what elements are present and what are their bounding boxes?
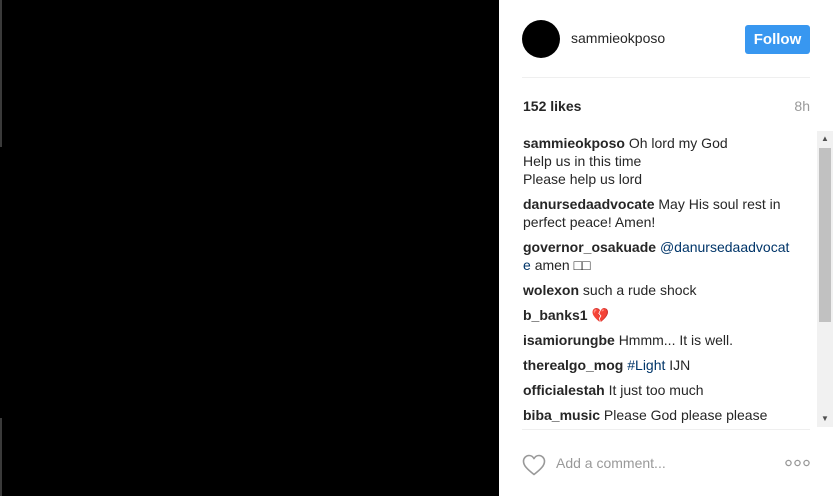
comment-username[interactable]: biba_music bbox=[523, 407, 600, 423]
comment-item: wolexon such a rude shock bbox=[523, 281, 797, 299]
comment-text: Please God please please bbox=[603, 407, 768, 423]
comment-text: such a rude shock bbox=[582, 282, 697, 298]
comment-item: isamiorungbe Hmmm... It is well. bbox=[523, 331, 797, 349]
comment-text: Hmmm... It is well. bbox=[618, 332, 734, 348]
comment-text: Please help us lord bbox=[523, 171, 643, 187]
likes-count[interactable]: 152 likes bbox=[523, 98, 581, 114]
scroll-up-arrow[interactable]: ▲ bbox=[817, 131, 833, 147]
post-side-panel: sammieokposo Follow 152 likes 8h sammieo… bbox=[499, 0, 836, 496]
post-username[interactable]: sammieokposo bbox=[571, 30, 665, 46]
comment-username[interactable]: danursedaadvocate bbox=[523, 196, 655, 212]
comment-item: therealgo_mog #Light IJN bbox=[523, 356, 797, 374]
comment-text: IJN bbox=[669, 357, 691, 373]
heart-outline-icon[interactable] bbox=[522, 454, 546, 476]
comment-text: Oh lord my God bbox=[628, 135, 728, 151]
comment-text: Help us in this time bbox=[523, 153, 642, 169]
comment-item: sammieokposo Oh lord my God Help us in t… bbox=[523, 134, 797, 188]
footer-divider bbox=[522, 429, 810, 430]
comments-list: sammieokposo Oh lord my God Help us in t… bbox=[523, 134, 797, 428]
comment-username[interactable]: b_banks1 bbox=[523, 307, 588, 323]
media-edge-top bbox=[0, 0, 2, 147]
broken-heart-emoji: 💔 bbox=[591, 307, 609, 323]
add-comment-input[interactable]: Add a comment... bbox=[556, 455, 666, 471]
comment-item: biba_music Please God please please bbox=[523, 406, 797, 424]
comment-item: danursedaadvocate May His soul rest in p… bbox=[523, 195, 797, 231]
follow-button[interactable]: Follow bbox=[745, 25, 810, 54]
comment-username[interactable]: wolexon bbox=[523, 282, 579, 298]
comment-username[interactable]: governor_osakuade bbox=[523, 239, 656, 255]
post-media[interactable] bbox=[0, 0, 499, 496]
comment-username[interactable]: officialestah bbox=[523, 382, 605, 398]
media-edge-bottom bbox=[0, 418, 2, 496]
header-divider bbox=[522, 77, 810, 78]
comment-username[interactable]: sammieokposo bbox=[523, 135, 625, 151]
more-options-icon[interactable] bbox=[785, 458, 810, 468]
comment-hashtag-link[interactable]: #Light bbox=[627, 357, 665, 373]
scrollbar-thumb[interactable] bbox=[819, 148, 831, 322]
comment-username[interactable]: isamiorungbe bbox=[523, 332, 615, 348]
post-time[interactable]: 8h bbox=[794, 98, 810, 114]
avatar[interactable] bbox=[522, 20, 560, 58]
comment-item: officialestah It just too much bbox=[523, 381, 797, 399]
comment-username[interactable]: therealgo_mog bbox=[523, 357, 623, 373]
comment-text: amen □□ bbox=[534, 257, 591, 273]
comment-text: It just too much bbox=[608, 382, 704, 398]
comments-scrollbar[interactable]: ▲ ▼ bbox=[817, 131, 833, 427]
comment-item: b_banks1 💔 bbox=[523, 306, 797, 324]
scroll-down-arrow[interactable]: ▼ bbox=[817, 411, 833, 427]
comment-item: governor_osakuade @danursedaadvocate ame… bbox=[523, 238, 797, 274]
